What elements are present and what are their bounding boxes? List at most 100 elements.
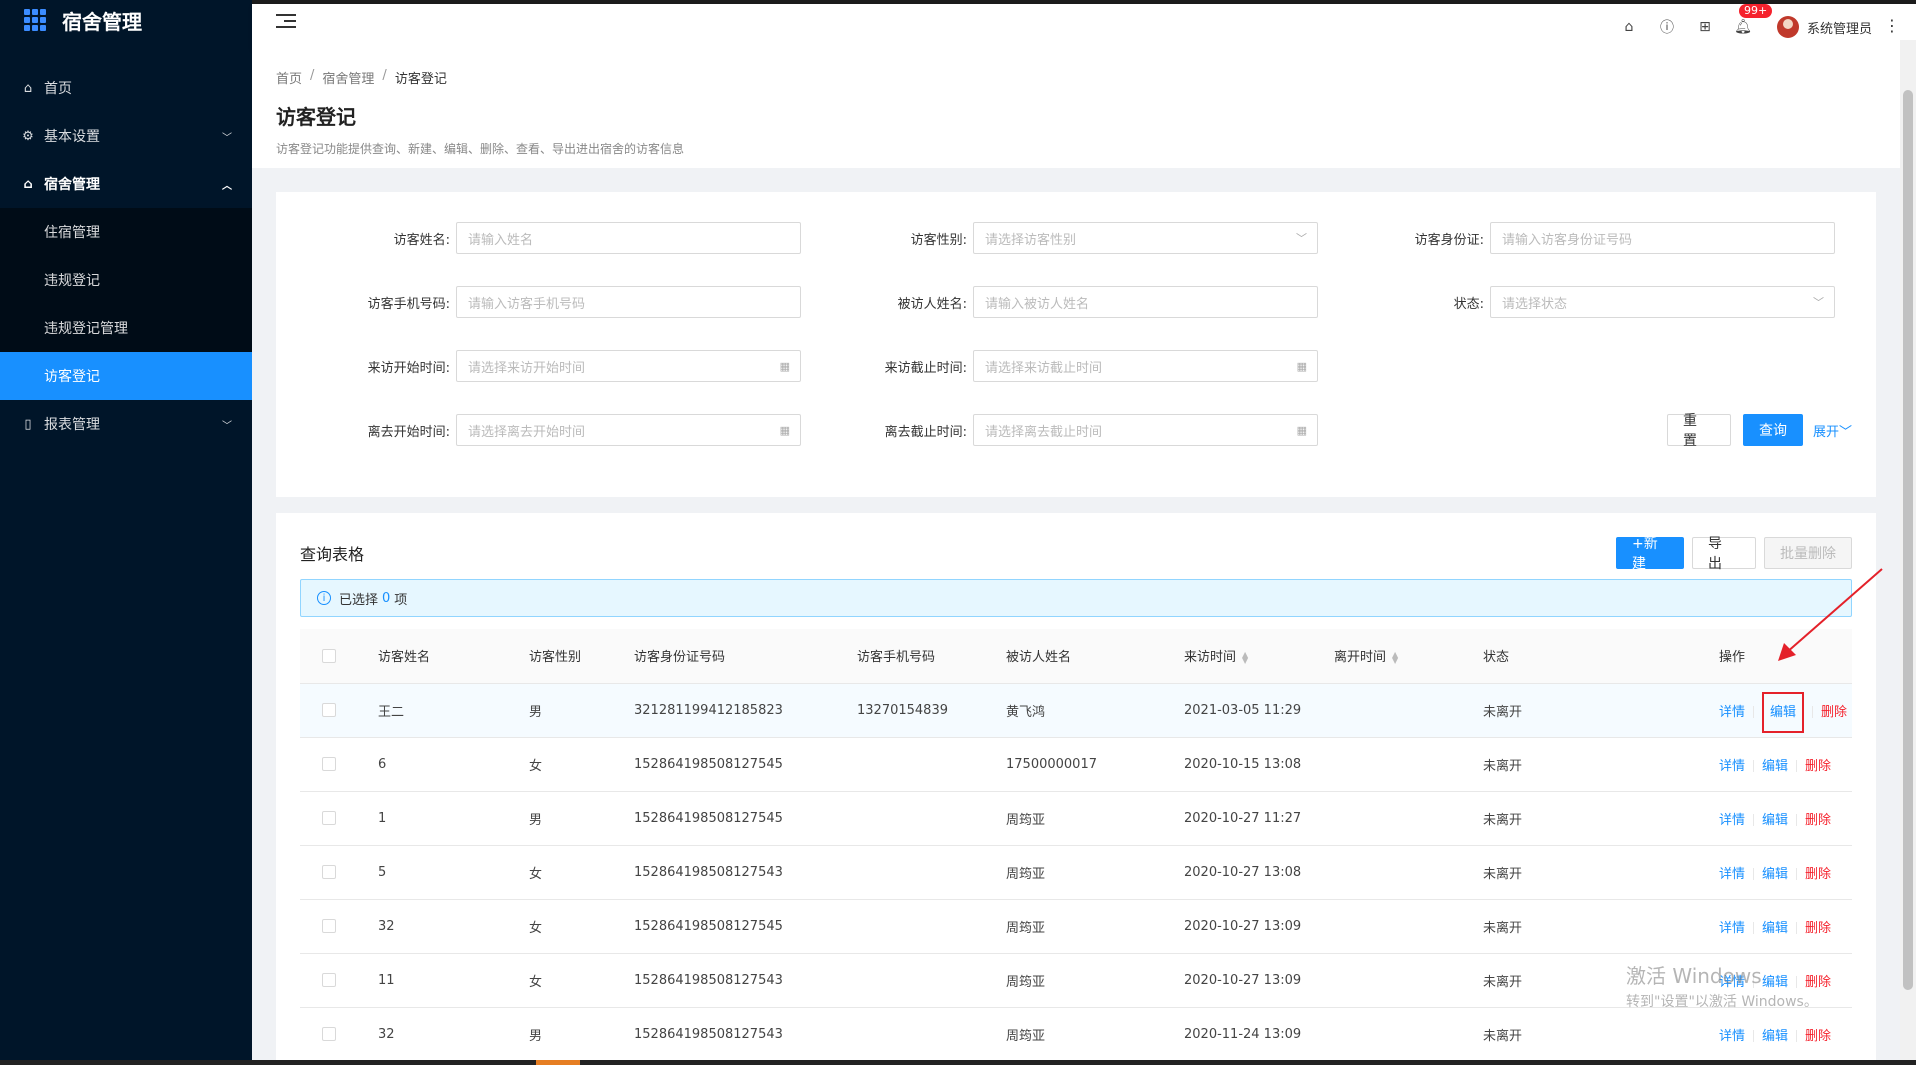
sidebar-item-reports[interactable]: ▯ 报表管理 ﹀: [0, 400, 252, 448]
export-button[interactable]: 导 出: [1692, 536, 1756, 572]
col-leave-time-label: 离开时间: [1334, 650, 1387, 666]
cell-actions: 详情 编辑 删除: [1719, 845, 1852, 900]
sort-icon[interactable]: ▲ ▼: [1242, 650, 1248, 664]
table-row[interactable]: 1 男 152864198508127545 周筠亚 2020-10-27 11:27 未…: [300, 791, 1852, 846]
delete-link[interactable]: 删除: [1805, 759, 1831, 774]
field-visitor-gender: 访客性别: 请选择访客性别 ﹀: [793, 222, 1318, 254]
table-body: 王二男 321281199412185823 13270154839 黄飞鸿 2021-…: [300, 683, 1852, 1062]
sort-icon[interactable]: ▲ ▼: [1392, 650, 1398, 664]
edit-link[interactable]: 编辑: [1762, 813, 1788, 828]
field-visited-name: 被访人姓名: 请输入被访人姓名: [793, 286, 1318, 318]
user-name[interactable]: 系统管理员: [1807, 18, 1872, 37]
leave-end-picker[interactable]: 请选择离去截止时间 ▦: [973, 414, 1318, 446]
cell-actions: 详情 编辑 删除: [1719, 737, 1852, 792]
cell-visitor-id: 152864198508127545: [634, 899, 857, 954]
placeholder: 请选择离去截止时间: [985, 424, 1103, 440]
leave-end-label: 离去截止时间:: [884, 424, 967, 440]
page-description: 访客登记功能提供查询、新建、编辑、删除、查看、导出进出宿舍的访客信息: [276, 142, 685, 156]
delete-link[interactable]: 删除: [1805, 1029, 1831, 1044]
edit-link[interactable]: 编辑: [1762, 1029, 1788, 1044]
home-icon[interactable]: ⌂: [1619, 17, 1639, 37]
table-row[interactable]: 32 女 152864198508127545 周筠亚 2020-10-27 13:09…: [300, 899, 1852, 954]
row-checkbox[interactable]: [322, 811, 336, 825]
delete-link[interactable]: 删除: [1805, 921, 1831, 936]
cell-visitor-gender: 男: [529, 791, 634, 846]
field-visit-end: 来访截止时间: 请选择来访截止时间 ▦: [793, 350, 1318, 382]
row-select-cell: [300, 899, 378, 954]
table-row[interactable]: 11 女 152864198508127543 周筠亚 2020-10-27 13:09…: [300, 953, 1852, 1008]
table-row[interactable]: 王二男 321281199412185823 13270154839 黄飞鸿 2021-…: [300, 683, 1852, 738]
detail-link[interactable]: 详情: [1719, 921, 1745, 936]
table-row[interactable]: 5 女 152864198508127543 周筠亚 2020-10-27 13:08 未…: [300, 845, 1852, 900]
visitor-gender-select[interactable]: 请选择访客性别 ﹀: [973, 222, 1318, 254]
sidebar-item-lodging[interactable]: 住宿管理: [0, 208, 252, 256]
app-logo[interactable]: 宿舍管理: [0, 0, 252, 40]
row-checkbox[interactable]: [322, 1027, 336, 1041]
detail-link[interactable]: 详情: [1719, 1029, 1745, 1044]
sidebar-item-basic-settings[interactable]: ⚙ 基本设置 ﹀: [0, 112, 252, 160]
detail-link[interactable]: 详情: [1719, 759, 1745, 774]
table-row[interactable]: 32 男 152864198508127543 周筠亚 2020-11-24 13:09…: [300, 1007, 1852, 1062]
row-checkbox[interactable]: [322, 919, 336, 933]
field-visitor-name: 访客姓名: 请输入姓名: [276, 222, 801, 254]
visitor-name-input[interactable]: 请输入姓名: [456, 222, 801, 254]
edit-link[interactable]: 编辑: [1762, 921, 1788, 936]
edit-link[interactable]: 编辑: [1762, 759, 1788, 774]
cell-visitor-name: 11: [378, 953, 529, 1008]
sidebar-item-violation-register[interactable]: 违规登记: [0, 256, 252, 304]
row-checkbox[interactable]: [322, 703, 336, 717]
col-visit-time[interactable]: 来访时间 ▲ ▼: [1184, 629, 1334, 684]
visit-end-picker[interactable]: 请选择来访截止时间 ▦: [973, 350, 1318, 382]
action-divider: [1753, 706, 1755, 718]
visitor-id-input[interactable]: 请输入访客身份证号码: [1490, 222, 1835, 254]
scrollbar-thumb[interactable]: [1903, 90, 1913, 990]
more-vertical-icon[interactable]: ⋮: [1884, 16, 1900, 35]
detail-link[interactable]: 详情: [1719, 813, 1745, 828]
row-checkbox[interactable]: [322, 757, 336, 771]
reset-button[interactable]: 重 置: [1666, 413, 1731, 449]
apps-icon[interactable]: ⊞: [1695, 17, 1715, 37]
chevron-down-icon: ﹀: [1838, 424, 1852, 440]
sidebar-item-dorm-management[interactable]: ⌂ 宿舍管理 ︿: [0, 160, 252, 208]
col-leave-time[interactable]: 离开时间 ▲ ▼: [1334, 629, 1483, 684]
visitor-phone-input[interactable]: 请输入访客手机号码: [456, 286, 801, 318]
detail-link[interactable]: 详情: [1719, 867, 1745, 882]
action-divider: [1796, 868, 1798, 880]
edit-link[interactable]: 编辑: [1762, 867, 1788, 882]
delete-link[interactable]: 删除: [1821, 705, 1847, 720]
placeholder: 请输入被访人姓名: [985, 296, 1090, 312]
visited-name-input[interactable]: 请输入被访人姓名: [973, 286, 1318, 318]
breadcrumb-separator: /: [310, 68, 315, 83]
cell-visitor-name: 32: [378, 899, 529, 954]
bell-icon[interactable]: 🔔︎ 99+: [1733, 4, 1773, 37]
status-select[interactable]: 请选择状态 ﹀: [1490, 286, 1835, 318]
sidebar-item-violation-management[interactable]: 违规登记管理: [0, 304, 252, 352]
edit-link[interactable]: 编辑: [1762, 691, 1805, 733]
query-button[interactable]: 查询: [1742, 414, 1803, 446]
menu-fold-icon[interactable]: [276, 14, 296, 32]
breadcrumb-dorm[interactable]: 宿舍管理: [322, 68, 374, 87]
row-checkbox[interactable]: [322, 865, 336, 879]
new-button[interactable]: +新建: [1616, 536, 1684, 572]
placeholder: 请选择离去开始时间: [468, 424, 586, 440]
visit-start-picker[interactable]: 请选择来访开始时间 ▦: [456, 350, 801, 382]
scrollbar[interactable]: [1900, 40, 1916, 1065]
detail-link[interactable]: 详情: [1719, 705, 1745, 720]
delete-link[interactable]: 删除: [1805, 813, 1831, 828]
sidebar-item-visitor-register[interactable]: 访客登记: [0, 352, 252, 400]
help-icon[interactable]: ⓘ: [1657, 17, 1677, 37]
info-icon: i: [317, 591, 331, 605]
leave-start-picker[interactable]: 请选择离去开始时间 ▦: [456, 414, 801, 446]
sidebar-item-home[interactable]: ⌂ 首页: [0, 64, 252, 112]
windows-activation-watermark: 激活 Windows 转到"设置"以激活 Windows。: [1626, 960, 1818, 1011]
cell-leave-time: [1334, 737, 1483, 792]
breadcrumb-home[interactable]: 首页: [276, 68, 302, 87]
avatar[interactable]: [1776, 16, 1799, 38]
row-checkbox[interactable]: [322, 973, 336, 987]
row-select-cell: [300, 791, 378, 846]
select-all-checkbox[interactable]: [322, 648, 336, 663]
delete-link[interactable]: 删除: [1805, 867, 1831, 882]
table-row[interactable]: 6 女 152864198508127545 17500000017 2020-10-1…: [300, 737, 1852, 792]
expand-link[interactable]: 展开﹀: [1813, 421, 1852, 440]
leave-start-label: 离去开始时间:: [367, 424, 450, 440]
